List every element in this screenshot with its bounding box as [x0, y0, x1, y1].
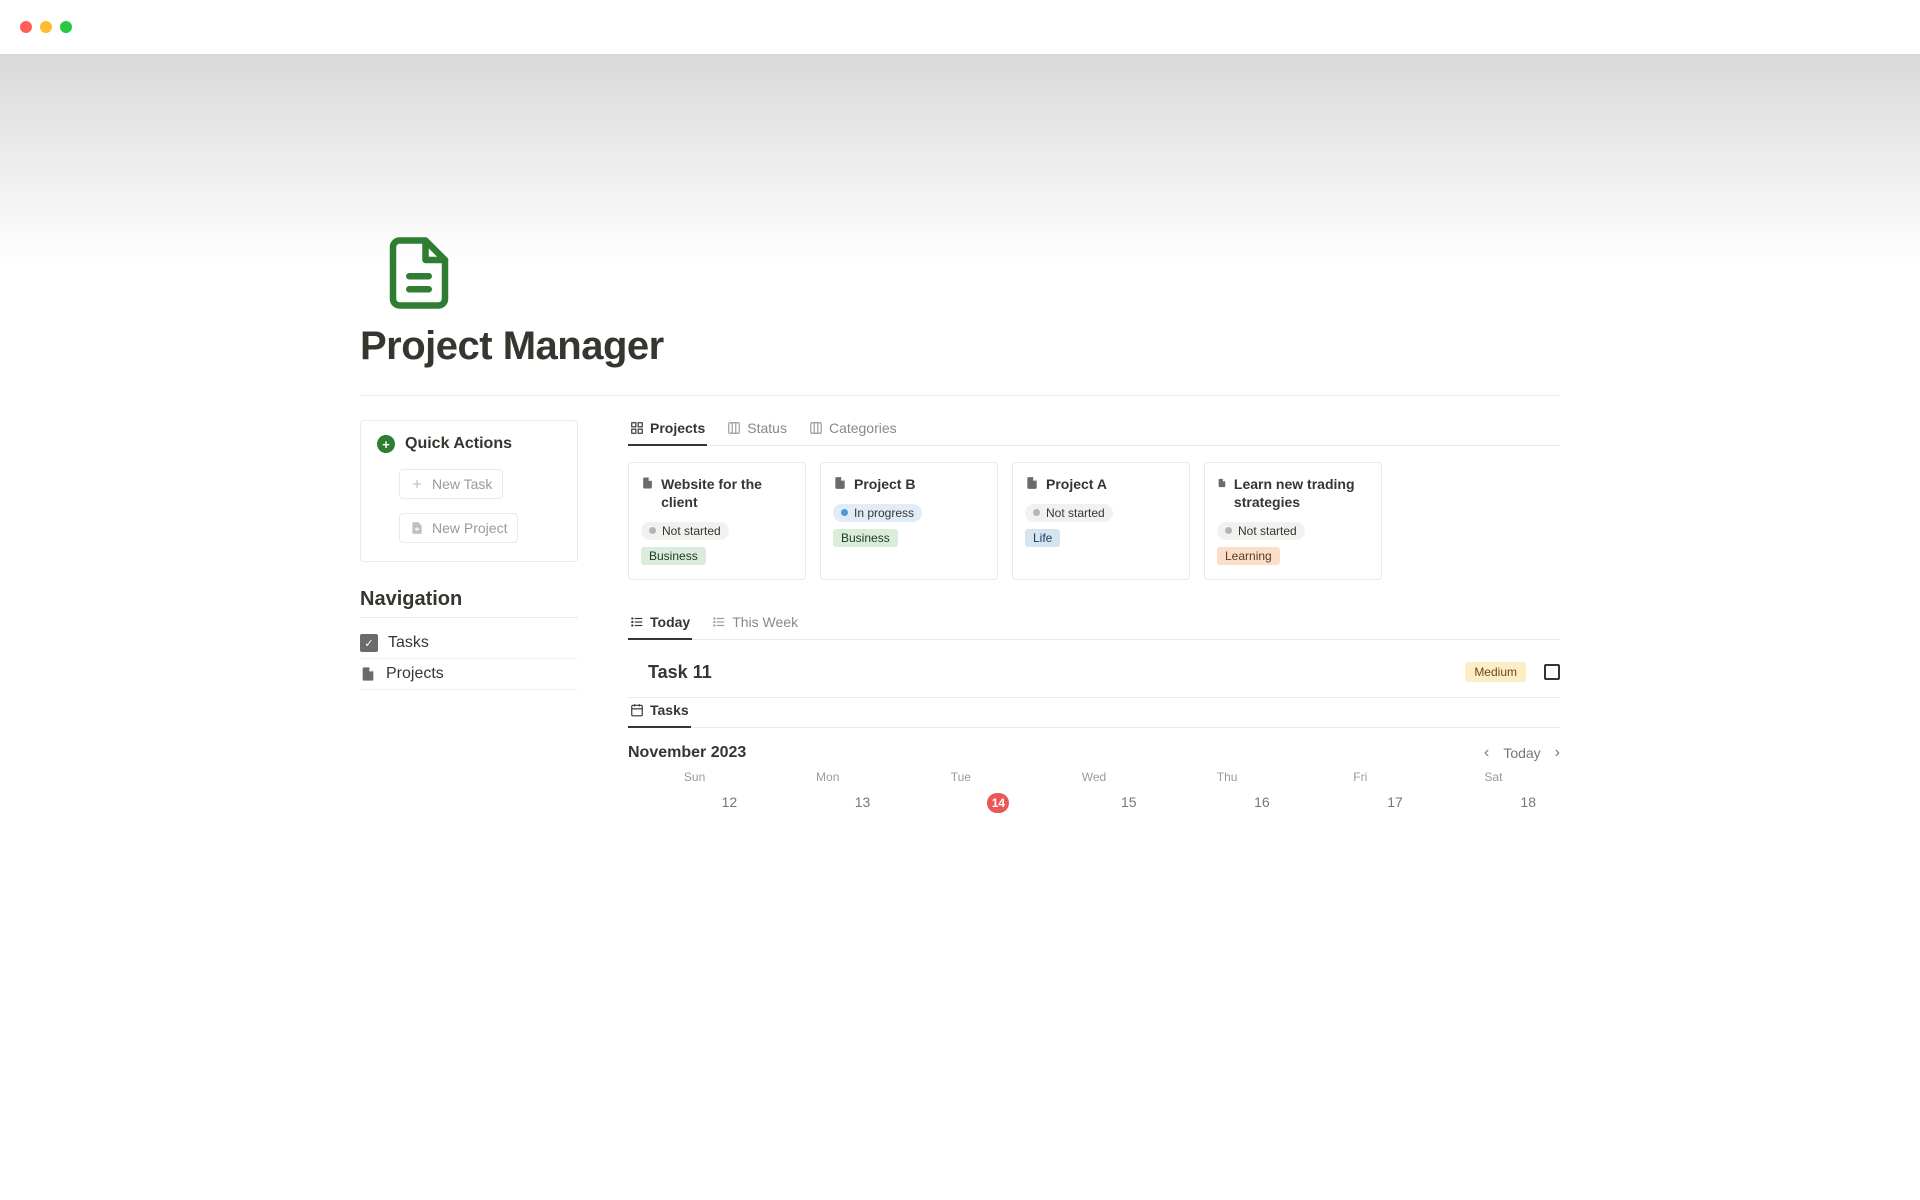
board-icon — [727, 421, 741, 435]
quick-actions-heading: + Quick Actions — [377, 435, 561, 453]
tab-this-week-label: This Week — [732, 614, 798, 630]
check-icon: ✓ — [360, 634, 378, 652]
calendar-day-header: Thu — [1161, 770, 1294, 784]
task-view-tabs: Today This Week — [628, 614, 1560, 640]
calendar-day-header: Sun — [628, 770, 761, 784]
nav-item-projects[interactable]: Projects — [360, 659, 578, 690]
new-project-button[interactable]: New Project — [399, 513, 518, 543]
calendar-day-header: Mon — [761, 770, 894, 784]
plus-circle-icon: + — [377, 435, 395, 453]
page-plus-icon — [410, 520, 424, 536]
tab-calendar-tasks-label: Tasks — [650, 702, 689, 718]
page-icon — [360, 665, 376, 683]
new-project-label: New Project — [432, 520, 507, 536]
calendar-date-cell[interactable]: 12 — [628, 794, 761, 816]
page-icon[interactable] — [380, 234, 458, 312]
tab-projects-label: Projects — [650, 420, 705, 436]
calendar-month-label: November 2023 — [628, 744, 746, 762]
calendar-date-cell[interactable]: 16 — [1161, 794, 1294, 816]
project-status-badge: Not started — [1217, 522, 1305, 540]
navigation-heading: Navigation — [360, 588, 578, 618]
tab-this-week[interactable]: This Week — [710, 614, 800, 640]
board-icon — [809, 421, 823, 435]
page-icon — [833, 475, 847, 491]
calendar-date-cell[interactable]: 17 — [1294, 794, 1427, 816]
task-row[interactable]: Task 11 Medium — [628, 656, 1560, 698]
new-task-button[interactable]: New Task — [399, 469, 503, 499]
calendar-today-button[interactable]: Today — [1503, 745, 1540, 761]
project-status-badge: Not started — [1025, 504, 1113, 522]
calendar-day-header: Sat — [1427, 770, 1560, 784]
calendar-header: November 2023 ‹ Today › — [628, 744, 1560, 762]
new-task-label: New Task — [432, 476, 492, 492]
calendar-date-cell[interactable]: 18 — [1427, 794, 1560, 816]
calendar-date-cell[interactable]: 13 — [761, 794, 894, 816]
project-category-badge: Life — [1025, 529, 1060, 547]
project-status-badge: Not started — [641, 522, 729, 540]
page-icon — [1025, 475, 1039, 491]
project-card[interactable]: Learn new trading strategies Not started L… — [1204, 462, 1382, 580]
tab-categories-label: Categories — [829, 420, 897, 436]
project-view-tabs: Projects Status Categories — [628, 420, 1560, 446]
task-priority-badge: Medium — [1465, 662, 1526, 682]
gallery-icon — [630, 421, 644, 435]
page-icon — [1217, 475, 1227, 491]
quick-actions-label: Quick Actions — [405, 435, 512, 453]
calendar-dates-row: 1213 14 15161718 — [628, 790, 1560, 816]
project-card[interactable]: Website for the client Not started Busines… — [628, 462, 806, 580]
project-category-badge: Learning — [1217, 547, 1280, 565]
window-zoom-button[interactable] — [60, 21, 72, 33]
nav-tasks-label: Tasks — [388, 634, 429, 652]
project-title: Project A — [1046, 475, 1107, 493]
project-status-badge: In progress — [833, 504, 922, 522]
calendar-date-cell[interactable]: 15 — [1027, 794, 1160, 816]
list-icon — [712, 615, 726, 629]
tab-today-label: Today — [650, 614, 690, 630]
quick-actions-card: + Quick Actions New Task New Project — [360, 420, 578, 562]
task-checkbox[interactable] — [1544, 664, 1560, 680]
project-category-badge: Business — [641, 547, 706, 565]
tab-today[interactable]: Today — [628, 614, 692, 640]
window-minimize-button[interactable] — [40, 21, 52, 33]
tab-projects[interactable]: Projects — [628, 420, 707, 446]
window-close-button[interactable] — [20, 21, 32, 33]
calendar-today-marker: 14 — [987, 793, 1009, 813]
tab-categories[interactable]: Categories — [807, 420, 899, 446]
project-title: Project B — [854, 475, 915, 493]
tab-calendar-tasks[interactable]: Tasks — [628, 702, 691, 728]
project-card[interactable]: Project B In progress Business — [820, 462, 998, 580]
page-icon — [641, 475, 654, 491]
calendar-day-headers: SunMonTueWedThuFriSat — [628, 770, 1560, 784]
tab-status[interactable]: Status — [725, 420, 789, 446]
page-cover — [0, 54, 1920, 264]
nav-item-tasks[interactable]: ✓ Tasks — [360, 628, 578, 659]
calendar-date-cell[interactable]: 14 — [894, 794, 1027, 816]
project-card[interactable]: Project A Not started Life — [1012, 462, 1190, 580]
list-icon — [630, 615, 644, 629]
calendar-next-button[interactable]: › — [1555, 744, 1560, 762]
calendar-day-header: Fri — [1294, 770, 1427, 784]
calendar-day-header: Tue — [894, 770, 1027, 784]
project-title: Learn new trading strategies — [1234, 475, 1369, 511]
calendar-day-header: Wed — [1027, 770, 1160, 784]
project-title: Website for the client — [661, 475, 793, 511]
calendar-view-tabs: Tasks — [628, 702, 1560, 728]
calendar-prev-button[interactable]: ‹ — [1484, 744, 1489, 762]
project-category-badge: Business — [833, 529, 898, 547]
page-title: Project Manager — [360, 324, 1560, 369]
window-titlebar — [0, 0, 1920, 54]
calendar-icon — [630, 703, 644, 717]
projects-row: Website for the client Not started Busines… — [628, 462, 1560, 580]
nav-projects-label: Projects — [386, 665, 444, 683]
tab-status-label: Status — [747, 420, 787, 436]
plus-icon — [410, 477, 424, 491]
task-name: Task 11 — [648, 662, 712, 683]
